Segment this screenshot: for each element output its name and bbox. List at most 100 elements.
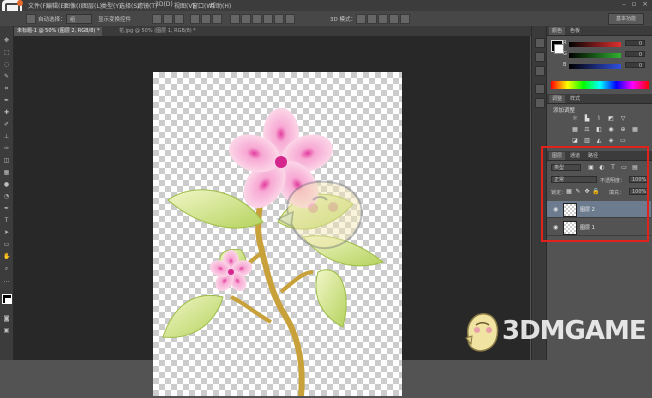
document-tabs: 未标题-1 @ 50% (图层 2, RGB/8) * 花.jpg @ 50% … [14, 26, 534, 36]
brush-tool-icon[interactable]: ✐ [3, 122, 10, 128]
brightness-contrast-icon[interactable]: ☼ [571, 115, 579, 122]
background-color-swatch[interactable] [5, 298, 11, 304]
history-brush-tool-icon[interactable]: ✑ [3, 146, 10, 152]
quick-select-tool-icon[interactable]: ✎ [3, 74, 10, 80]
align-left-icon[interactable] [190, 14, 200, 24]
distribute-icon[interactable] [263, 14, 273, 24]
pen-tool-icon[interactable]: ✒ [3, 206, 10, 212]
tab-styles[interactable]: 样式 [567, 95, 583, 103]
quick-mask-icon[interactable]: ◙ [3, 316, 10, 322]
paragraph-panel-icon[interactable] [535, 98, 545, 108]
path-selection-tool-icon[interactable]: ➤ [3, 230, 10, 236]
invert-icon[interactable]: ◪ [571, 137, 579, 144]
document-canvas[interactable] [153, 72, 402, 397]
align-right-icon[interactable] [212, 14, 222, 24]
info-panel-icon[interactable] [535, 66, 545, 76]
character-panel-icon[interactable] [535, 84, 545, 94]
blur-tool-icon[interactable]: ● [3, 182, 10, 188]
gradient-map-icon[interactable]: ▭ [619, 137, 627, 144]
posterize-icon[interactable]: ▥ [583, 137, 591, 144]
threshold-icon[interactable]: ◭ [595, 137, 603, 144]
red-value-field[interactable]: 0 [625, 40, 645, 47]
crop-tool-icon[interactable]: ⌗ [3, 86, 10, 92]
workspace-switcher[interactable]: 基本功能 [608, 13, 644, 25]
red-slider[interactable] [569, 42, 621, 47]
tab-document-2[interactable]: 花.jpg @ 50% (图层 1, RGB/8) * [116, 27, 199, 36]
auto-select-checkbox-label[interactable]: 自动选择： [38, 15, 66, 23]
eraser-tool-icon[interactable]: ◫ [3, 158, 10, 164]
gradient-tool-icon[interactable]: ▦ [3, 170, 10, 176]
tab-adjustments[interactable]: 调整 [549, 95, 566, 103]
move-tool-preset-icon[interactable] [26, 14, 36, 24]
auto-select-value: 组 [70, 17, 76, 23]
properties-panel-icon[interactable] [535, 52, 545, 62]
tab-color[interactable]: 颜色 [549, 27, 566, 35]
clone-stamp-tool-icon[interactable]: ⊥ [3, 134, 10, 140]
menu-image[interactable]: 图像(I) [64, 1, 82, 10]
distribute-icon[interactable] [274, 14, 284, 24]
dodge-tool-icon[interactable]: ◔ [3, 194, 10, 200]
zoom-tool-icon[interactable]: ⌕ [3, 266, 10, 272]
channel-mixer-icon[interactable]: ⊕ [619, 126, 627, 133]
close-icon[interactable]: × [641, 1, 649, 8]
auto-select-dropdown[interactable]: 组 [66, 14, 92, 24]
3d-rotate-icon[interactable] [356, 14, 366, 24]
mascot-logo-icon [465, 313, 499, 352]
menu-bar: 文件(F) 编辑(E) 图像(I) 图层(L) 类型(Y) 选择(S) 滤镜(T… [0, 0, 652, 20]
distribute-icon[interactable] [252, 14, 262, 24]
vibrance-icon[interactable]: ▽ [619, 115, 627, 122]
tab-document-1[interactable]: 未标题-1 @ 50% (图层 2, RGB/8) * [14, 27, 103, 36]
maximize-icon[interactable]: ▫ [630, 1, 638, 8]
healing-brush-tool-icon[interactable]: ✚ [3, 110, 10, 116]
shape-tool-icon[interactable]: ▭ [3, 242, 10, 248]
hand-tool-icon[interactable]: ✋ [3, 254, 10, 260]
levels-icon[interactable]: ▙ [583, 115, 591, 122]
color-balance-icon[interactable]: ⚖ [583, 126, 591, 133]
3d-scale-icon[interactable] [400, 14, 410, 24]
menu-help[interactable]: 帮助(H) [210, 1, 231, 10]
move-tool-icon[interactable]: ✥ [3, 38, 10, 44]
green-channel-label: G [563, 51, 567, 57]
edit-toolbar-icon[interactable]: … [3, 278, 10, 284]
black-white-icon[interactable]: ◧ [595, 126, 603, 133]
distribute-icon[interactable] [241, 14, 251, 24]
photo-filter-icon[interactable]: ◉ [607, 126, 615, 133]
canvas-workspace[interactable] [14, 36, 530, 397]
lasso-tool-icon[interactable]: ◌ [3, 62, 10, 68]
menu-3d[interactable]: 3D(D) [155, 1, 173, 8]
type-tool-icon[interactable]: T [3, 218, 10, 224]
green-value-field[interactable]: 0 [625, 51, 645, 58]
adjustments-panel-header: 调整 样式 [547, 94, 652, 104]
3d-mode-label: 3D 模式： [330, 17, 356, 23]
selective-color-icon[interactable]: ◈ [607, 137, 615, 144]
watermark-text: 3DMGAME [502, 316, 647, 346]
3d-slide-icon[interactable] [389, 14, 399, 24]
tab-swatches[interactable]: 色板 [567, 27, 583, 35]
curves-icon[interactable]: ⌇ [595, 115, 603, 122]
blue-value-field[interactable]: 0 [625, 62, 645, 69]
screen-mode-icon[interactable]: ▣ [3, 328, 10, 334]
minimize-icon[interactable]: – [620, 1, 628, 8]
distribute-icon[interactable] [285, 14, 295, 24]
green-slider[interactable] [569, 53, 621, 58]
options-bar: 自动选择： 组 显示变换控件 3D 模式： 基本功能 [0, 11, 652, 27]
color-spectrum-bar[interactable] [551, 81, 649, 89]
blue-slider[interactable] [569, 64, 621, 69]
exposure-icon[interactable]: ◩ [607, 115, 615, 122]
show-transform-controls-checkbox[interactable]: 显示变换控件 [98, 15, 131, 23]
color-lookup-icon[interactable]: ▦ [631, 126, 639, 133]
align-center-icon[interactable] [201, 14, 211, 24]
marquee-tool-icon[interactable]: ⬚ [3, 50, 10, 56]
3d-pan-icon[interactable] [378, 14, 388, 24]
hue-saturation-icon[interactable]: ▦ [571, 126, 579, 133]
menu-layer[interactable]: 图层(L) [82, 1, 102, 10]
eyedropper-tool-icon[interactable]: ✒ [3, 98, 10, 104]
history-panel-icon[interactable] [535, 38, 545, 48]
add-adjustment-title: 添加调整 [553, 108, 576, 114]
distribute-icon[interactable] [230, 14, 240, 24]
align-top-icon[interactable] [152, 14, 162, 24]
3d-roll-icon[interactable] [367, 14, 377, 24]
align-bottom-icon[interactable] [174, 14, 184, 24]
mascot-watermark-overlay [276, 180, 363, 250]
align-middle-icon[interactable] [163, 14, 173, 24]
